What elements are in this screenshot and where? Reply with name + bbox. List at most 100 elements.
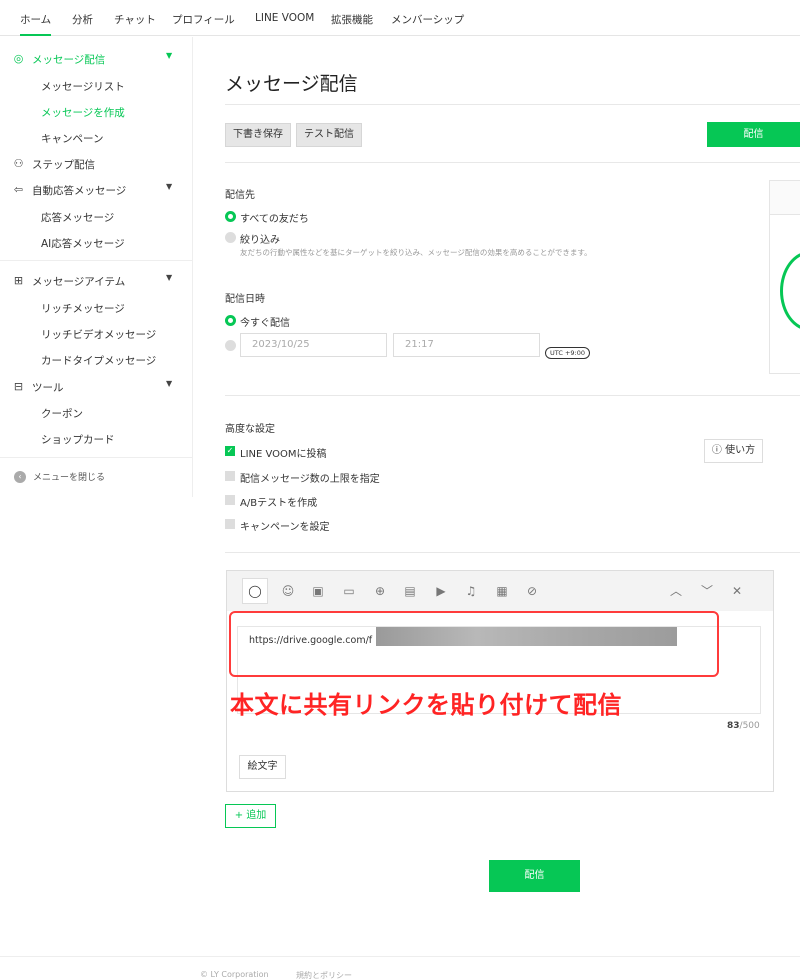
- sidebar-item-rich-video[interactable]: リッチビデオメッセージ: [0, 322, 193, 346]
- sidebar-item-coupon[interactable]: クーポン: [0, 401, 193, 425]
- sidebar-item-step-broadcast[interactable]: ⚇ ステップ配信: [0, 152, 193, 176]
- sidebar-item-tools[interactable]: ⊟ ツール ▼: [0, 375, 193, 399]
- card-icon[interactable]: ▦: [493, 582, 511, 600]
- howto-label: 使い方: [725, 445, 756, 456]
- sidebar-item-campaign[interactable]: キャンペーン: [0, 126, 193, 150]
- time-field[interactable]: 21:17: [393, 333, 540, 357]
- divider: [225, 162, 800, 163]
- policy-link[interactable]: 規約とポリシー: [296, 970, 352, 979]
- tab-membership[interactable]: メンバーシップ: [391, 12, 464, 27]
- checkbox-line-voom[interactable]: ✓: [225, 446, 235, 456]
- sidebar-divider: [0, 260, 193, 261]
- checkbox-ab-test[interactable]: [225, 495, 235, 505]
- rich-message-icon[interactable]: ▤: [401, 582, 419, 600]
- video-icon[interactable]: ▶: [432, 582, 450, 600]
- tab-chat[interactable]: チャット: [114, 12, 156, 27]
- editor-toolbar: ◯ ☺ ▣ ▭ ⊕ ▤ ▶ ♫ ▦ ⊘ ︿ ﹀ ✕: [227, 571, 773, 611]
- tab-profile[interactable]: プロフィール: [172, 12, 235, 27]
- preview-panel: [769, 180, 800, 374]
- char-count: 83: [727, 721, 740, 731]
- checkbox-message-limit[interactable]: [225, 471, 235, 481]
- sidebar-item-label: リッチメッセージ: [41, 303, 125, 315]
- toolbox-icon: ⊟: [13, 380, 24, 393]
- sidebar-item-ai-response[interactable]: AI応答メッセージ: [0, 231, 193, 255]
- coupon-icon[interactable]: ▭: [340, 582, 358, 600]
- timezone-badge: UTC +9:00: [545, 347, 590, 359]
- date-field[interactable]: 2023/10/25: [240, 333, 387, 357]
- sidebar-item-create-message[interactable]: メッセージを作成: [0, 100, 193, 124]
- top-navigation: ホーム 分析 チャット プロフィール LINE VOOM 拡張機能 メンバーシッ…: [0, 0, 800, 36]
- radio-filter[interactable]: [225, 232, 236, 243]
- save-draft-button[interactable]: 下書き保存: [225, 123, 291, 147]
- copyright: © LY Corporation: [200, 970, 269, 979]
- image-icon[interactable]: ▣: [309, 582, 327, 600]
- char-counter: 83/500: [727, 721, 760, 731]
- ab-test-label: A/Bテストを作成: [240, 498, 318, 509]
- sidebar-item-label: 自動応答メッセージ: [32, 185, 127, 197]
- sidebar-item-label: メッセージリスト: [41, 81, 125, 93]
- send-now-label: 今すぐ配信: [240, 318, 290, 329]
- tab-analytics[interactable]: 分析: [72, 12, 93, 27]
- reply-icon: ⇦: [13, 183, 24, 196]
- sidebar-item-label: キャンペーン: [41, 133, 104, 145]
- tab-extensions[interactable]: 拡張機能: [331, 12, 373, 27]
- all-friends-label: すべての友だち: [240, 214, 309, 225]
- tab-home[interactable]: ホーム: [20, 12, 52, 36]
- advanced-settings-label: 高度な設定: [225, 424, 275, 435]
- footer: © LY Corporation 規約とポリシー: [0, 956, 800, 979]
- add-message-button[interactable]: + 追加: [225, 804, 276, 828]
- sidebar-item-label: 応答メッセージ: [41, 212, 115, 224]
- schedule-label: 配信日時: [225, 294, 265, 305]
- caret-down-icon: ▼: [166, 379, 173, 388]
- sidebar-item-card-message[interactable]: カードタイプメッセージ: [0, 348, 193, 372]
- emoji-button[interactable]: 絵文字: [239, 755, 286, 779]
- sidebar-item-label: AI応答メッセージ: [41, 238, 125, 250]
- radio-scheduled[interactable]: [225, 340, 236, 351]
- sidebar-item-message-items[interactable]: ⊞ メッセージアイテム ▼: [0, 269, 193, 293]
- tab-line-voom[interactable]: LINE VOOM: [255, 12, 314, 24]
- caret-down-icon: ▼: [166, 182, 173, 191]
- sidebar-item-message-broadcast[interactable]: ◎ メッセージ配信 ▼: [0, 47, 193, 71]
- close-menu-button[interactable]: ‹ メニューを閉じる: [0, 465, 193, 489]
- divider: [225, 104, 800, 105]
- survey-icon[interactable]: ⊘: [523, 582, 541, 600]
- main-content: メッセージ配信 下書き保存 テスト配信 配信 配信先 すべての友だち 絞り込み …: [194, 37, 800, 979]
- preview-panel-header: [770, 181, 800, 215]
- info-icon: ⓘ: [711, 445, 726, 456]
- sidebar-item-label: ツール: [32, 382, 64, 394]
- sidebar-item-auto-reply[interactable]: ⇦ 自動応答メッセージ ▼: [0, 178, 193, 202]
- filter-hint: 友だちの行動や属性などを基にターゲットを絞り込み、メッセージ配信の効果を高めるこ…: [240, 248, 592, 257]
- line-voom-label: LINE VOOMに投稿: [240, 449, 327, 460]
- sticker-icon[interactable]: ☺: [279, 582, 297, 600]
- send-button-top[interactable]: 配信: [707, 122, 800, 147]
- char-max: /500: [739, 721, 760, 731]
- howto-button[interactable]: ⓘ 使い方: [704, 439, 763, 463]
- sidebar-item-message-list[interactable]: メッセージリスト: [0, 74, 193, 98]
- sidebar-item-response-message[interactable]: 応答メッセージ: [0, 205, 193, 229]
- chevron-left-icon: ‹: [14, 471, 26, 483]
- microphone-icon[interactable]: ♫: [462, 582, 480, 600]
- message-item-icon: ⊞: [13, 274, 24, 287]
- sidebar-item-shop-card[interactable]: ショップカード: [0, 427, 193, 451]
- preview-circle: [780, 251, 800, 331]
- chevron-up-icon[interactable]: ︿: [667, 582, 685, 600]
- sidebar-item-label: メッセージアイテム: [32, 276, 126, 288]
- sidebar-item-label: カードタイプメッセージ: [41, 355, 157, 367]
- checkbox-campaign[interactable]: [225, 519, 235, 529]
- radio-send-now[interactable]: [225, 315, 236, 326]
- text-icon[interactable]: ◯: [242, 578, 268, 604]
- sidebar-item-label: ショップカード: [41, 434, 115, 446]
- campaign-label: キャンペーンを設定: [240, 522, 330, 533]
- sidebar-item-rich-message[interactable]: リッチメッセージ: [0, 296, 193, 320]
- caret-down-icon: ▼: [166, 51, 173, 60]
- send-button-bottom[interactable]: 配信: [489, 860, 580, 892]
- radio-all-friends[interactable]: [225, 211, 236, 222]
- close-icon[interactable]: ✕: [728, 582, 746, 600]
- sidebar-item-label: ステップ配信: [32, 159, 95, 171]
- sidebar-divider: [0, 457, 193, 458]
- add-circle-icon[interactable]: ⊕: [371, 582, 389, 600]
- chevron-down-icon[interactable]: ﹀: [698, 582, 716, 600]
- recipients-label: 配信先: [225, 190, 255, 201]
- test-send-button[interactable]: テスト配信: [296, 123, 362, 147]
- page-title: メッセージ配信: [225, 73, 358, 95]
